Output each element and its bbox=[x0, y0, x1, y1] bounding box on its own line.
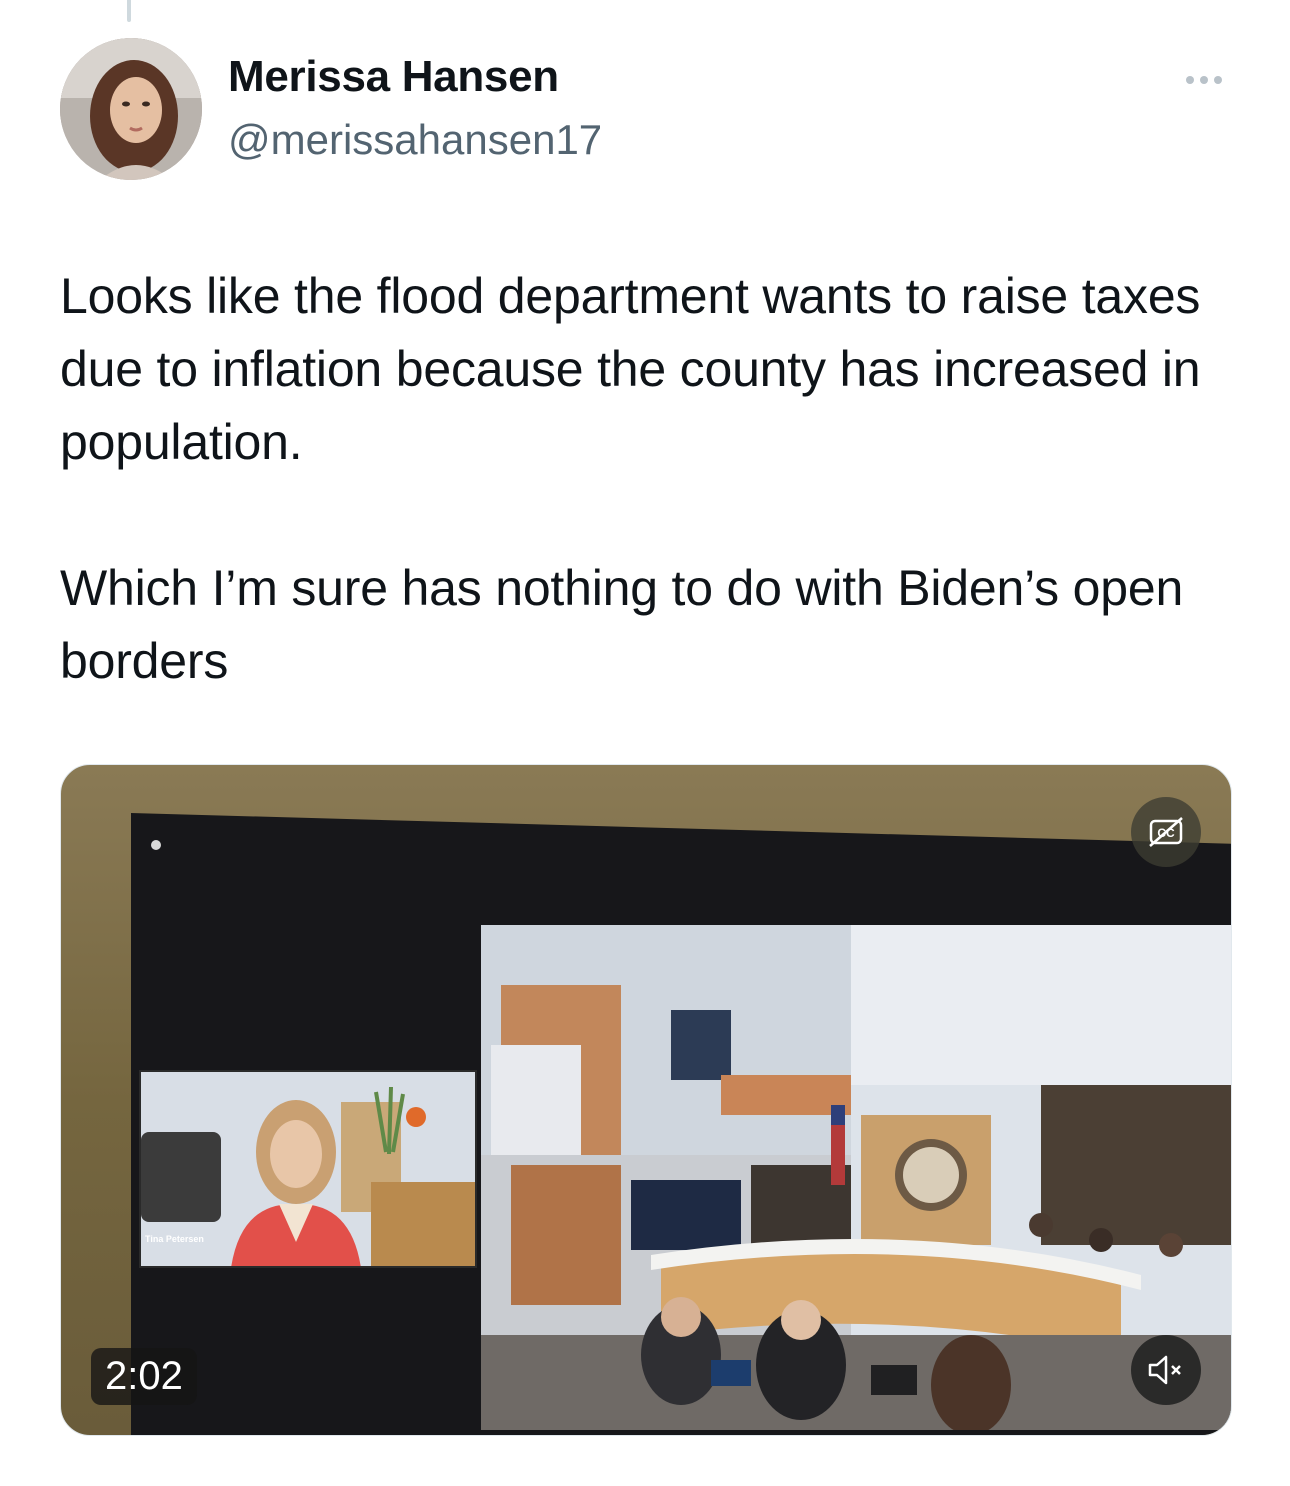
author-avatar[interactable] bbox=[60, 38, 202, 180]
speaker-muted-icon bbox=[1148, 1355, 1181, 1385]
tweet-paragraph: Looks like the flood department wants to… bbox=[60, 268, 1201, 470]
participant-person bbox=[231, 1100, 361, 1266]
council-chamber-feed bbox=[481, 925, 1231, 1430]
ellipsis-icon bbox=[1200, 76, 1208, 84]
council-chamber-scene bbox=[481, 925, 1231, 1430]
video-player[interactable]: Tina Petersen 2:02 bbox=[60, 764, 1232, 1436]
video-duration: 2:02 bbox=[91, 1348, 197, 1405]
ellipsis-icon bbox=[1214, 76, 1222, 84]
mute-button[interactable] bbox=[1131, 1335, 1201, 1405]
author-name[interactable]: Merissa Hansen bbox=[228, 52, 559, 102]
ellipsis-icon bbox=[1186, 76, 1194, 84]
tweet-paragraph: Which I’m sure has nothing to do with Bi… bbox=[60, 560, 1184, 689]
captions-off-icon: CC bbox=[1149, 817, 1183, 847]
thread-connector-line bbox=[127, 0, 131, 22]
author-handle[interactable]: @merissahansen17 bbox=[228, 116, 602, 164]
screen-camera-dot bbox=[151, 840, 161, 850]
more-options-button[interactable] bbox=[1178, 60, 1230, 100]
avatar-photo bbox=[60, 38, 202, 180]
participant-tile: Tina Petersen bbox=[139, 1070, 477, 1268]
tweet-text: Looks like the flood department wants to… bbox=[60, 260, 1230, 698]
captions-button[interactable]: CC bbox=[1131, 797, 1201, 867]
participant-name-caption: Tina Petersen bbox=[145, 1234, 204, 1244]
